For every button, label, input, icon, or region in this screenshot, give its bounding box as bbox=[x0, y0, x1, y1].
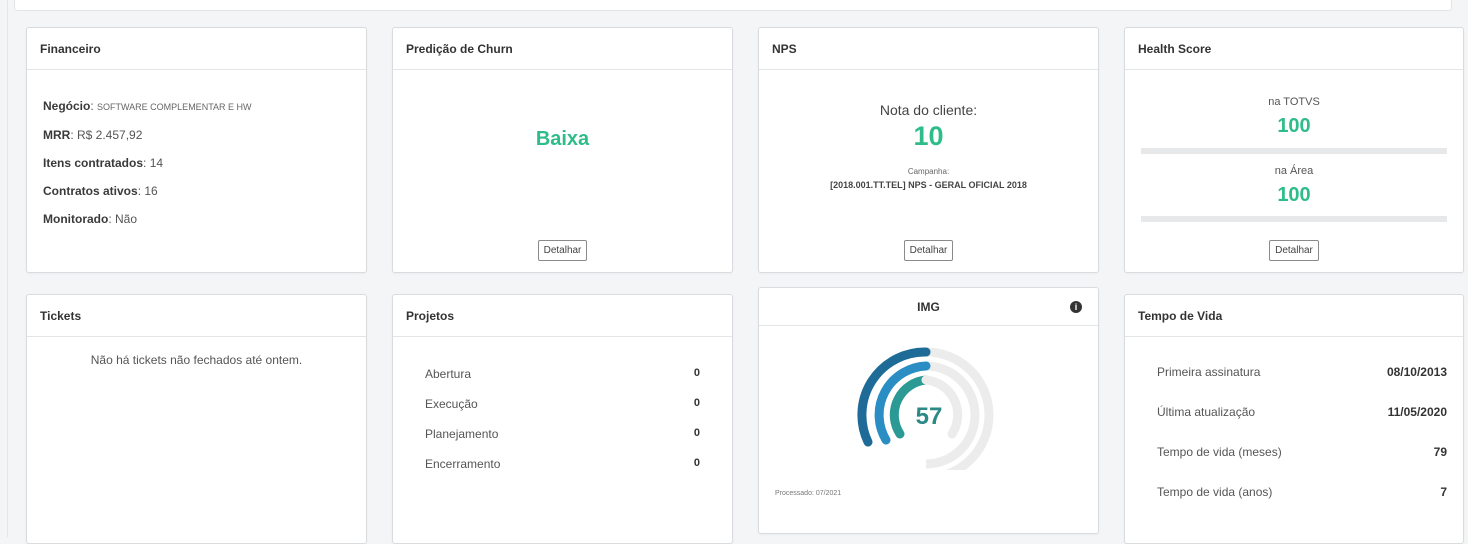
projetos-row-value: 0 bbox=[693, 367, 700, 379]
projetos-row-encerramento: Encerramento 0 bbox=[425, 457, 700, 487]
tempo-vida-list: Primeira assinatura 08/10/2013 Última atu… bbox=[1125, 337, 1463, 525]
itens-row: Itens contratados: 14 bbox=[43, 156, 164, 170]
tempo-vida-row-anos: Tempo de vida (anos) 7 bbox=[1157, 485, 1447, 525]
tempo-vida-row-label: Primeira assinatura bbox=[1157, 365, 1261, 379]
nps-detalhar-button[interactable]: Detalhar bbox=[903, 240, 954, 261]
projetos-row-execucao: Execução 0 bbox=[425, 397, 700, 427]
tickets-card: Tickets Não há tickets não fechados até … bbox=[26, 294, 367, 544]
tempo-vida-row-label: Tempo de vida (meses) bbox=[1157, 445, 1282, 459]
health-score-card: Health Score na TOTVS 100 na Área 100 De… bbox=[1124, 27, 1464, 273]
projetos-row-value: 0 bbox=[693, 397, 700, 409]
mrr-label: MRR bbox=[43, 128, 71, 142]
churn-card: Predição de Churn Baixa Detalhar bbox=[392, 27, 733, 273]
projetos-list: Abertura 0 Execução 0 Planejamento 0 Encerr… bbox=[393, 337, 732, 487]
itens-value: 14 bbox=[149, 156, 164, 170]
health-totvs-bar bbox=[1141, 148, 1447, 154]
health-area-label: na Área bbox=[1274, 165, 1314, 177]
nps-score-label: Nota do cliente: bbox=[879, 102, 978, 118]
tempo-vida-title: Tempo de Vida bbox=[1125, 295, 1463, 337]
nps-title: NPS bbox=[759, 28, 1098, 70]
itens-label: Itens contratados bbox=[43, 156, 144, 170]
projetos-row-label: Planejamento bbox=[425, 427, 499, 441]
projetos-row-label: Encerramento bbox=[425, 457, 501, 471]
mrr-value: R$ 2.457,92 bbox=[77, 128, 143, 142]
nps-campaign: [2018.001.TT.TEL] NPS - GERAL OFICIAL 20… bbox=[830, 180, 1027, 190]
financeiro-title: Financeiro bbox=[27, 28, 366, 70]
img-score: 57 bbox=[916, 403, 943, 430]
top-panel-edge bbox=[14, 0, 1452, 11]
nps-card: NPS Nota do cliente: 10 Campanha: [2018.… bbox=[758, 27, 1099, 273]
negocio-label: Negócio bbox=[43, 99, 91, 113]
tempo-vida-row-value: 7 bbox=[1440, 485, 1447, 499]
health-totvs-label: na TOTVS bbox=[1268, 96, 1320, 108]
monitorado-row: Monitorado: Não bbox=[43, 212, 138, 226]
projetos-row-planejamento: Planejamento 0 bbox=[425, 427, 700, 457]
projetos-row-value: 0 bbox=[693, 457, 700, 469]
img-processed-date: Processado: 07/2021 bbox=[775, 490, 842, 497]
health-area-value: 100 bbox=[1277, 184, 1311, 206]
img-gauge: 57 bbox=[857, 347, 994, 470]
health-detalhar-button[interactable]: Detalhar bbox=[1269, 240, 1319, 261]
health-totvs-value: 100 bbox=[1277, 115, 1311, 137]
page-left-border bbox=[7, 0, 8, 537]
churn-detalhar-button[interactable]: Detalhar bbox=[537, 240, 588, 261]
tempo-vida-row-label: Tempo de vida (anos) bbox=[1157, 485, 1273, 499]
tempo-vida-card: Tempo de Vida Primeira assinatura 08/10/2… bbox=[1124, 294, 1464, 544]
projetos-card: Projetos Abertura 0 Execução 0 Planejament… bbox=[392, 294, 733, 544]
projetos-row-value: 0 bbox=[693, 427, 700, 439]
img-title: IMG bbox=[917, 299, 940, 314]
tempo-vida-row-value: 79 bbox=[1433, 445, 1447, 459]
monitorado-label: Monitorado bbox=[43, 212, 109, 226]
negocio-value: SOFTWARE COMPLEMENTAR E HW bbox=[97, 102, 252, 112]
contratos-label: Contratos ativos bbox=[43, 184, 138, 198]
nps-campaign-label: Campanha: bbox=[907, 167, 950, 176]
info-icon[interactable]: i bbox=[1070, 301, 1082, 313]
tempo-vida-row-ultima: Última atualização 11/05/2020 bbox=[1157, 405, 1447, 445]
churn-value: Baixa bbox=[535, 128, 590, 150]
img-header: IMG i bbox=[759, 288, 1098, 326]
tickets-title: Tickets bbox=[27, 295, 366, 337]
negocio-row: Negócio: SOFTWARE COMPLEMENTAR E HW bbox=[43, 99, 252, 113]
monitorado-value: Não bbox=[115, 212, 138, 226]
tickets-empty-message: Não há tickets não fechados até ontem. bbox=[90, 353, 303, 367]
contratos-value: 16 bbox=[144, 184, 158, 198]
financeiro-card: Financeiro Negócio: SOFTWARE COMPLEMENTA… bbox=[26, 27, 367, 273]
tempo-vida-row-primeira: Primeira assinatura 08/10/2013 bbox=[1157, 365, 1447, 405]
tempo-vida-row-meses: Tempo de vida (meses) 79 bbox=[1157, 445, 1447, 485]
projetos-row-abertura: Abertura 0 bbox=[425, 367, 700, 397]
projetos-row-label: Abertura bbox=[425, 367, 472, 381]
projetos-row-label: Execução bbox=[425, 397, 478, 411]
tempo-vida-row-value: 08/10/2013 bbox=[1386, 365, 1447, 379]
tempo-vida-row-value: 11/05/2020 bbox=[1387, 405, 1447, 419]
mrr-row: MRR: R$ 2.457,92 bbox=[43, 128, 143, 142]
contratos-row: Contratos ativos: 16 bbox=[43, 184, 158, 198]
health-score-title: Health Score bbox=[1125, 28, 1463, 70]
tempo-vida-row-label: Última atualização bbox=[1157, 405, 1256, 419]
nps-score: 10 bbox=[913, 121, 944, 151]
img-card: IMG i 57 Processado: 07/2021 bbox=[758, 287, 1099, 534]
projetos-title: Projetos bbox=[393, 295, 732, 337]
churn-title: Predição de Churn bbox=[393, 28, 732, 70]
health-area-bar bbox=[1141, 216, 1447, 222]
